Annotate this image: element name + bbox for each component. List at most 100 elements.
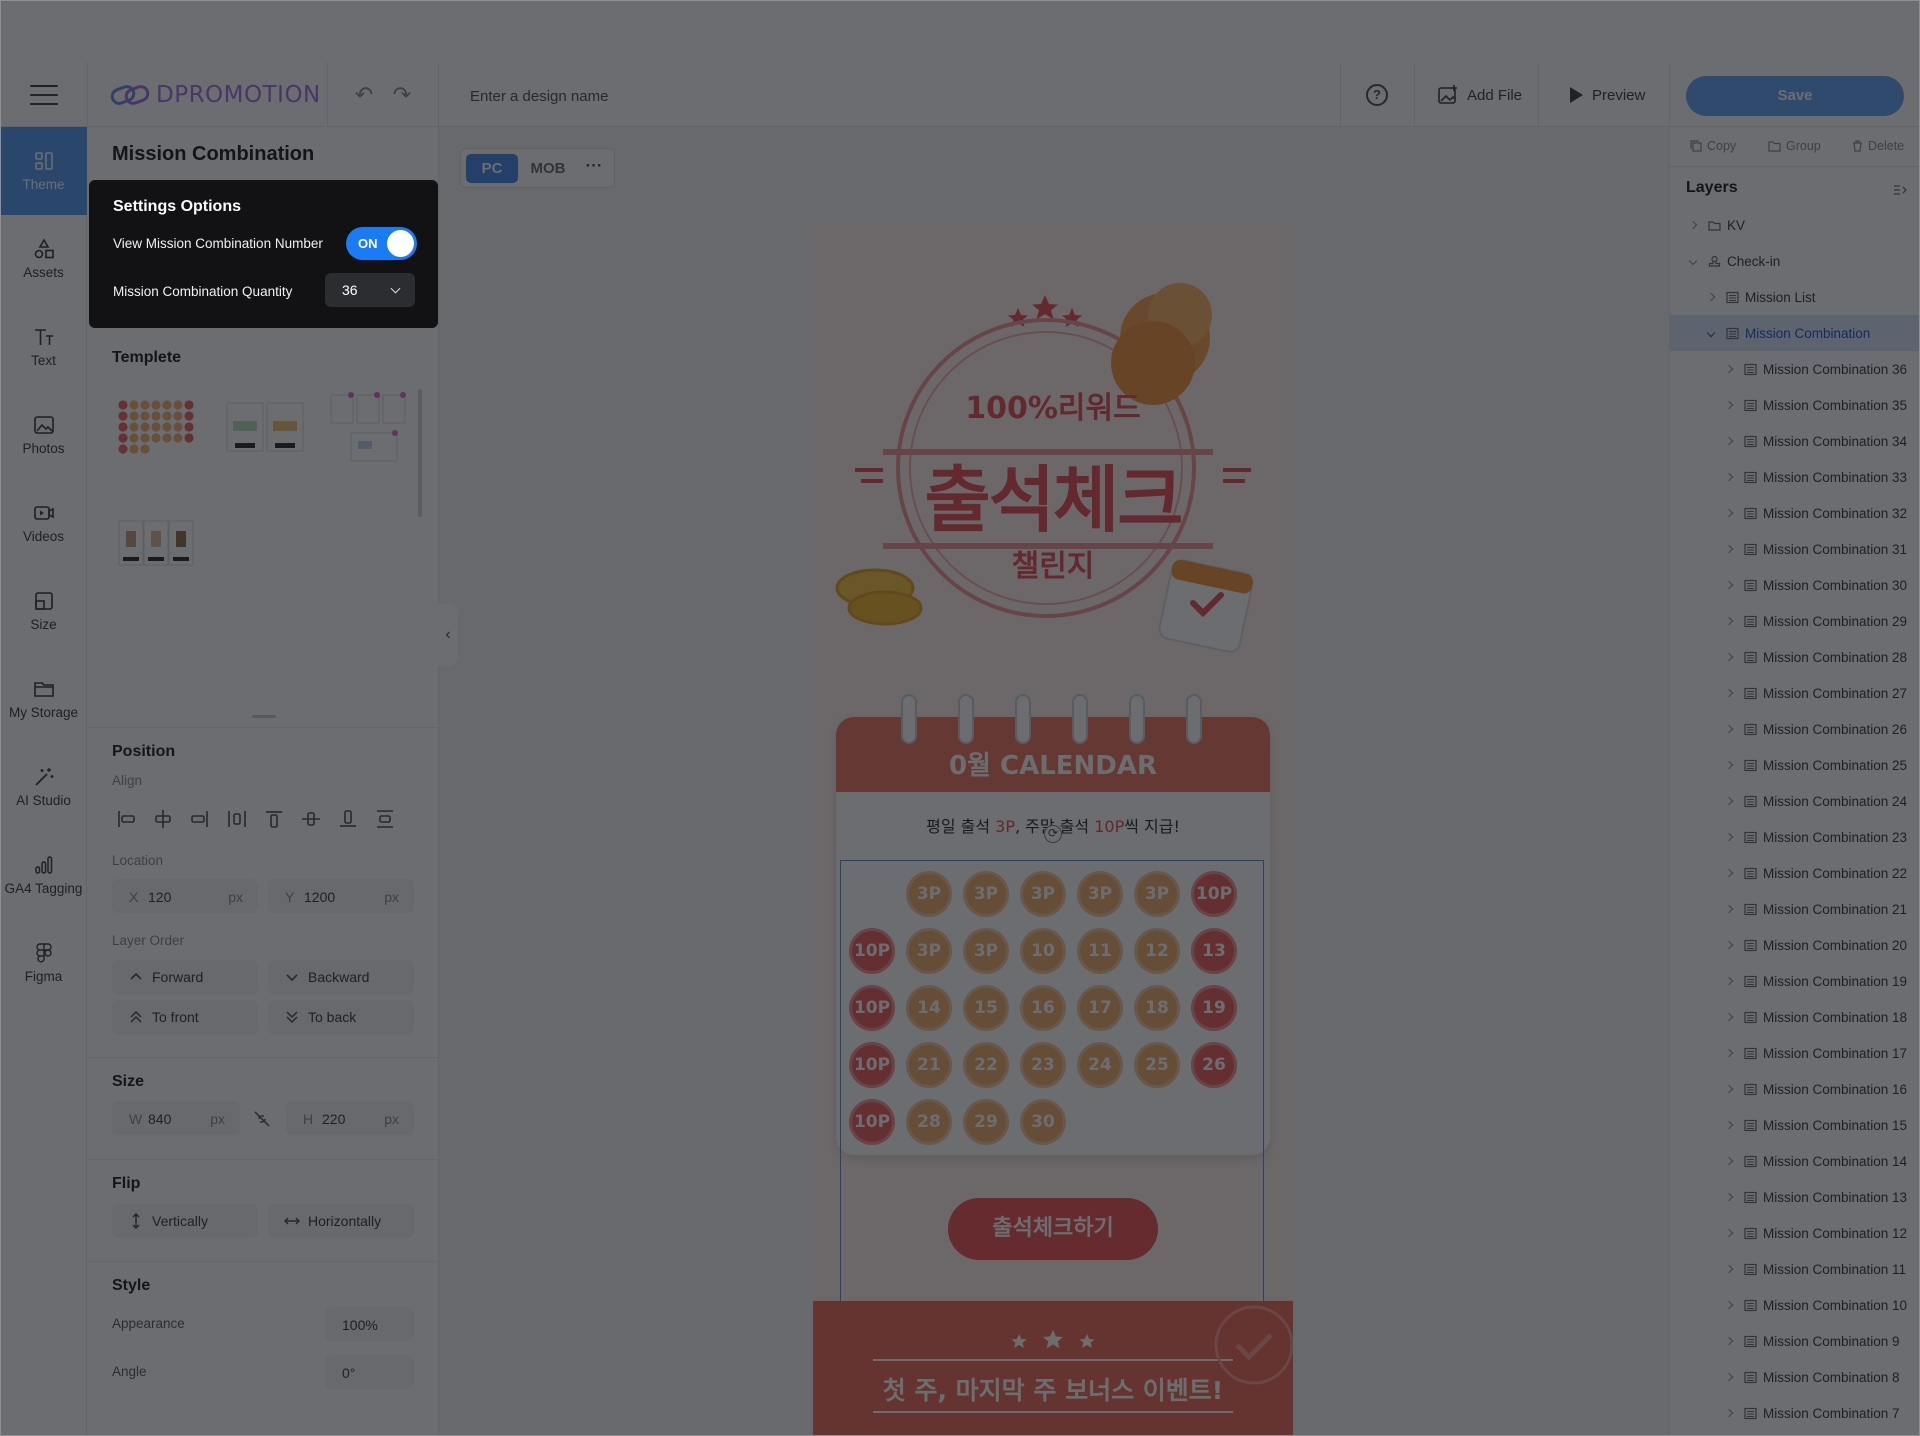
chevron-right-icon[interactable] [1724,976,1734,986]
template-product-cards[interactable] [113,505,199,581]
layer-row[interactable]: Mission Combination 18 [1670,999,1920,1035]
layer-row[interactable]: Mission Combination 15 [1670,1107,1920,1143]
align-left-icon[interactable] [114,807,138,831]
layer-row[interactable]: Mission Combination [1670,315,1920,351]
layer-row[interactable]: Mission Combination 35 [1670,387,1920,423]
layer-row[interactable]: Mission Combination 30 [1670,567,1920,603]
chevron-down-icon[interactable] [1688,256,1698,266]
height-field[interactable]: H 220 px [286,1101,414,1135]
layer-row[interactable]: Mission Combination 16 [1670,1071,1920,1107]
layer-row[interactable]: Mission Combination 22 [1670,855,1920,891]
layer-row[interactable]: Mission Combination 36 [1670,351,1920,387]
chevron-right-icon[interactable] [1724,1408,1734,1418]
flip-vertical-button[interactable]: Vertically [112,1204,258,1238]
delete-button[interactable]: Delete [1852,139,1904,153]
quantity-select[interactable]: 36 [325,273,415,307]
chevron-right-icon[interactable] [1724,724,1734,734]
redo-icon[interactable]: ↷ [390,83,414,107]
preview-button[interactable]: Preview [1568,80,1645,110]
chevron-right-icon[interactable] [1724,1228,1734,1238]
chevron-right-icon[interactable] [1724,1192,1734,1202]
align-right-icon[interactable] [188,807,212,831]
chevron-right-icon[interactable] [1724,544,1734,554]
layer-row[interactable]: Mission Combination 11 [1670,1251,1920,1287]
check-in-cta-button[interactable]: 출석체크하기 [948,1198,1158,1260]
x-position-field[interactable]: X 120 px [112,879,258,913]
chevron-right-icon[interactable] [1724,1156,1734,1166]
forward-button[interactable]: Forward [112,960,258,994]
template-three-cards[interactable] [325,389,411,465]
chevron-right-icon[interactable] [1724,1264,1734,1274]
layer-row[interactable]: Mission Combination 13 [1670,1179,1920,1215]
to-front-button[interactable]: To front [112,1000,258,1034]
chevron-right-icon[interactable] [1724,1300,1734,1310]
chevron-right-icon[interactable] [1724,688,1734,698]
chevron-right-icon[interactable] [1724,400,1734,410]
layer-row[interactable]: Mission Combination 24 [1670,783,1920,819]
chevron-right-icon[interactable] [1724,616,1734,626]
layer-row[interactable]: Mission Combination 19 [1670,963,1920,999]
template-two-cards[interactable] [221,389,307,465]
rail-item-theme[interactable]: Theme [0,127,87,215]
hamburger-menu-icon[interactable] [30,85,58,105]
layer-row[interactable]: Mission Combination 34 [1670,423,1920,459]
chevron-right-icon[interactable] [1724,652,1734,662]
rail-item-my-storage[interactable]: My Storage [0,655,87,743]
distribute-vertical-icon[interactable] [373,807,397,831]
layer-row[interactable]: Mission List [1670,279,1920,315]
chevron-right-icon[interactable] [1724,940,1734,950]
collapse-panel-button[interactable]: ‹ [438,604,458,666]
layer-row[interactable]: Mission Combination 25 [1670,747,1920,783]
group-button[interactable]: Group [1768,139,1821,153]
layer-row[interactable]: Check-in [1670,243,1920,279]
collapse-layers-icon[interactable] [1893,184,1907,196]
layer-row[interactable]: Mission Combination 12 [1670,1215,1920,1251]
undo-icon[interactable]: ↶ [352,83,376,107]
chevron-down-icon[interactable] [1706,328,1716,338]
rail-item-ga4-tagging[interactable]: GA4 Tagging [0,831,87,919]
backward-button[interactable]: Backward [268,960,414,994]
rail-item-size[interactable]: Size [0,567,87,655]
chevron-right-icon[interactable] [1724,580,1734,590]
layer-row[interactable]: Mission Combination 20 [1670,927,1920,963]
chevron-right-icon[interactable] [1724,832,1734,842]
panel-resize-grip[interactable] [252,715,276,718]
chevron-right-icon[interactable] [1724,1372,1734,1382]
rail-item-figma[interactable]: Figma [0,919,87,1007]
rotate-handle-icon[interactable]: ⟳ [1044,825,1062,843]
layer-row[interactable]: Mission Combination 17 [1670,1035,1920,1071]
copy-button[interactable]: Copy [1690,139,1736,153]
layer-row[interactable]: Mission Combination 10 [1670,1287,1920,1323]
chevron-right-icon[interactable] [1724,1336,1734,1346]
layer-row[interactable]: Mission Combination 28 [1670,639,1920,675]
layer-row[interactable]: Mission Combination 21 [1670,891,1920,927]
chevron-right-icon[interactable] [1688,220,1698,230]
layer-row[interactable]: KV [1670,207,1920,243]
help-icon[interactable]: ? [1366,84,1388,106]
rail-item-videos[interactable]: Videos [0,479,87,567]
chevron-right-icon[interactable] [1724,1084,1734,1094]
chevron-right-icon[interactable] [1724,1120,1734,1130]
angle-field[interactable]: 0° [325,1355,414,1389]
add-file-button[interactable]: Add File [1437,80,1522,110]
view-number-toggle[interactable]: ON [346,227,417,260]
rail-item-text[interactable]: Text [0,303,87,391]
design-artboard[interactable]: 100%리워드 출석체크 챌린지 0월 CALENDAR 평일 출석 3P, 주… [813,223,1293,1436]
align-center-horizontal-icon[interactable] [151,807,175,831]
chevron-right-icon[interactable] [1724,796,1734,806]
distribute-horizontal-icon[interactable] [225,807,249,831]
tab-mob[interactable]: MOB [523,154,573,183]
layer-row[interactable]: Mission Combination 14 [1670,1143,1920,1179]
width-field[interactable]: W 840 px [112,1101,240,1135]
align-top-icon[interactable] [262,807,286,831]
layer-row[interactable]: Mission Combination 27 [1670,675,1920,711]
design-name-input[interactable] [470,83,1070,109]
y-position-field[interactable]: Y 1200 px [268,879,414,913]
layer-row[interactable]: Mission Combination 32 [1670,495,1920,531]
layer-row[interactable]: Mission Combination 31 [1670,531,1920,567]
more-options-icon[interactable]: ··· [579,154,609,183]
align-middle-icon[interactable] [299,807,323,831]
layer-row[interactable]: Mission Combination 23 [1670,819,1920,855]
chevron-right-icon[interactable] [1724,868,1734,878]
rail-item-assets[interactable]: Assets [0,215,87,303]
